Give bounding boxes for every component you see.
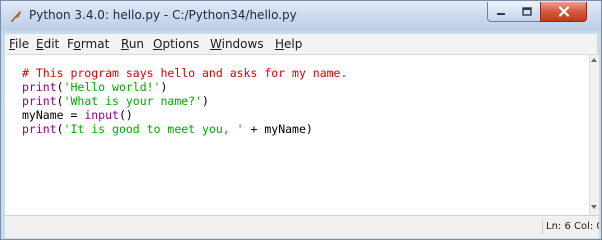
vertical-scrollbar[interactable]: [589, 55, 599, 215]
menu-windows[interactable]: Windows: [210, 37, 264, 51]
code-token-plain: myName =: [22, 108, 85, 122]
maximize-icon: [522, 7, 532, 16]
minimize-icon: [497, 12, 505, 15]
title-bar[interactable]: Python 3.4.0: hello.py - C:/Python34/hel…: [1, 1, 601, 31]
code-token-comment: # This program says hello and asks for m…: [22, 66, 348, 80]
menu-run[interactable]: Run: [121, 37, 144, 51]
close-button[interactable]: [540, 2, 587, 22]
code-line: # This program says hello and asks for m…: [22, 66, 347, 80]
code-token-plain: ): [160, 80, 168, 94]
close-icon: [558, 6, 569, 17]
menu-edit[interactable]: Edit: [36, 37, 59, 51]
code-token-builtin: print: [22, 80, 57, 94]
code-token-builtin: input: [84, 108, 119, 122]
maximize-button[interactable]: [514, 2, 541, 22]
code-token-plain: (: [56, 122, 64, 136]
code-token-plain: + myName): [243, 122, 313, 136]
scroll-down-arrow-icon[interactable]: [591, 205, 597, 209]
menu-help[interactable]: Help: [275, 37, 302, 51]
scroll-up-arrow-icon[interactable]: [591, 58, 597, 62]
window-title: Python 3.4.0: hello.py - C:/Python34/hel…: [29, 8, 297, 22]
menu-bar: File Edit Format Run Options Windows Hel…: [5, 34, 597, 55]
minimize-button[interactable]: [487, 2, 515, 22]
code-token-plain: ): [202, 94, 209, 108]
code-token-plain: (: [56, 94, 64, 108]
menu-options[interactable]: Options: [153, 37, 199, 51]
code-token-builtin: print: [22, 122, 57, 136]
code-line: print('Hello world!'): [22, 80, 167, 94]
code-token-plain: (: [56, 80, 64, 94]
python-feather-icon: [11, 11, 21, 22]
code-token-string: 'What is your name?': [63, 94, 203, 108]
code-token-builtin: print: [22, 94, 57, 108]
menu-file[interactable]: File: [9, 37, 29, 51]
code-token-plain: (): [118, 108, 133, 122]
code-token-string: 'Hello world!': [63, 80, 161, 94]
cursor-position: Ln: 6 Col: 0: [542, 219, 599, 234]
status-bar: Ln: 6 Col: 0: [5, 215, 599, 238]
code-line: print('What is your name?'): [22, 94, 209, 108]
code-line: print('It is good to meet you, ' + myNam…: [22, 122, 313, 136]
code-line: myName = input(): [22, 108, 133, 122]
code-token-string: 'It is good to meet you, ': [63, 122, 244, 136]
menu-format[interactable]: Format: [67, 37, 109, 51]
code-editor[interactable]: # This program says hello and asks for m…: [5, 55, 589, 215]
idle-editor-window: Python 3.4.0: hello.py - C:/Python34/hel…: [0, 0, 602, 240]
